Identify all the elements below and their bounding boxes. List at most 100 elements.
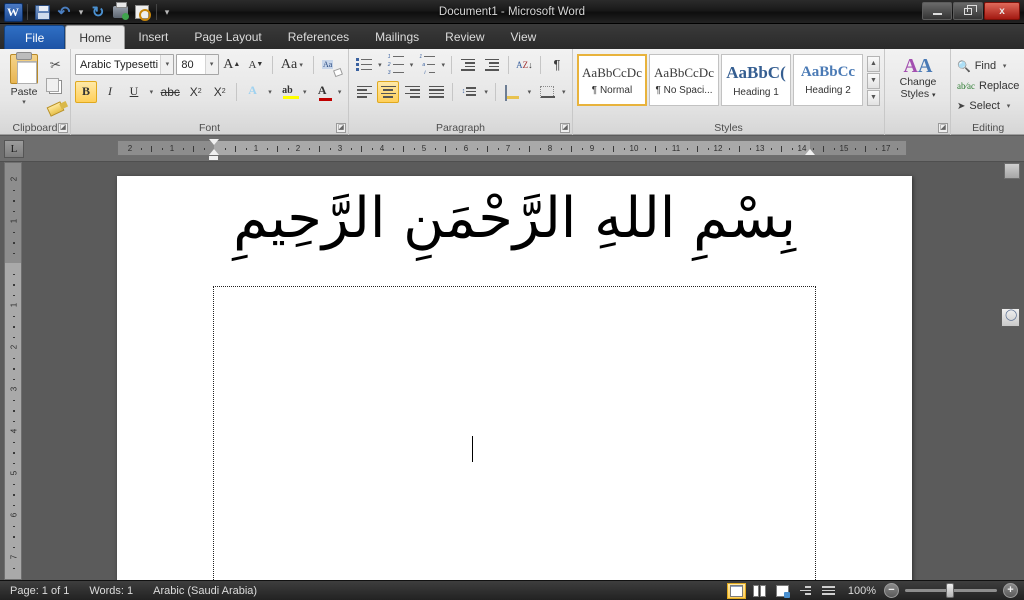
align-center-button[interactable] xyxy=(377,80,399,103)
bullets-button[interactable] xyxy=(353,54,375,76)
clear-formatting-button[interactable]: Aa xyxy=(319,54,344,77)
change-styles-button[interactable]: AA Change Styles ▾ xyxy=(889,52,947,101)
decrease-indent-button[interactable] xyxy=(457,54,479,76)
chevron-down-icon[interactable]: ▾ xyxy=(297,61,305,69)
select-button[interactable]: ➤ Select ▾ xyxy=(955,96,1021,116)
font-name-combo[interactable]: Arabic Typesetti ▾ xyxy=(75,54,175,75)
paste-button[interactable]: Paste ▾ xyxy=(4,52,44,119)
italic-button[interactable]: I xyxy=(99,81,121,103)
grow-font-button[interactable]: A ▲ xyxy=(221,54,243,76)
chevron-down-icon[interactable]: ▾ xyxy=(204,55,218,74)
tab-home[interactable]: Home xyxy=(65,25,126,49)
style-item-heading-1[interactable]: AaBbC( Heading 1 xyxy=(721,54,791,106)
status-word-count[interactable]: Words: 1 xyxy=(79,582,143,600)
ruler-track[interactable]: 2 1 1 2 3 4 5 6 7 8 9 10 11 12 13 14 15 17 xyxy=(117,139,907,166)
shading-button[interactable] xyxy=(501,81,523,103)
document-workspace[interactable]: بِسْمِ اللهِ الرَّحْمَنِ الرَّحِيمِ xyxy=(0,162,1024,600)
format-painter-button[interactable] xyxy=(44,99,66,119)
zoom-out-button[interactable]: − xyxy=(884,583,899,598)
justify-button[interactable] xyxy=(425,81,447,103)
left-indent-marker[interactable] xyxy=(209,156,218,160)
replace-button[interactable]: ab⁄ac Replace xyxy=(955,76,1021,96)
line-spacing-button[interactable]: ↕ xyxy=(458,81,480,103)
tab-stop-selector[interactable]: L xyxy=(4,140,24,158)
zoom-slider-thumb[interactable] xyxy=(946,583,954,598)
line-spacing-dropdown-icon[interactable]: ▾ xyxy=(482,88,490,96)
outline-view-button[interactable] xyxy=(796,583,815,599)
print-layout-view-button[interactable] xyxy=(726,582,746,599)
office-word-logo[interactable]: W xyxy=(2,2,24,23)
underline-dropdown-icon[interactable]: ▾ xyxy=(147,88,156,96)
style-item-no-spacing[interactable]: AaBbCcDc ¶ No Spaci... xyxy=(649,54,719,106)
bold-button[interactable]: B xyxy=(75,80,97,103)
web-layout-view-button[interactable] xyxy=(773,583,792,599)
text-effects-dropdown-icon[interactable]: ▾ xyxy=(266,88,275,96)
bullets-dropdown-icon[interactable]: ▾ xyxy=(377,61,383,69)
text-effects-button[interactable]: A xyxy=(242,81,264,103)
find-button[interactable]: 🔍 Find ▾ xyxy=(955,56,1021,76)
increase-indent-button[interactable] xyxy=(481,54,503,76)
undo-button[interactable]: ↶ xyxy=(53,2,75,23)
tab-references[interactable]: References xyxy=(275,25,362,49)
borders-button[interactable] xyxy=(536,81,558,103)
copy-button[interactable] xyxy=(44,77,66,97)
shading-dropdown-icon[interactable]: ▾ xyxy=(525,88,533,96)
right-indent-marker[interactable] xyxy=(805,149,815,155)
styles-scroll-up-button[interactable]: ▲ xyxy=(867,56,880,72)
change-case-button[interactable]: Aa ▾ xyxy=(278,54,308,76)
save-button[interactable] xyxy=(31,2,53,23)
tab-review[interactable]: Review xyxy=(432,25,497,49)
chevron-down-icon[interactable]: ▾ xyxy=(4,98,44,106)
restore-button[interactable] xyxy=(953,2,983,20)
zoom-slider[interactable] xyxy=(905,583,997,598)
document-page[interactable]: بِسْمِ اللهِ الرَّحْمَنِ الرَّحِيمِ xyxy=(117,176,912,596)
tab-page-layout[interactable]: Page Layout xyxy=(181,25,274,49)
scroll-up-button[interactable] xyxy=(1004,163,1020,179)
print-preview-button[interactable] xyxy=(131,2,153,23)
tab-view[interactable]: View xyxy=(498,25,550,49)
style-item-heading-2[interactable]: AaBbCc Heading 2 xyxy=(793,54,863,106)
sort-button[interactable]: AZ↓ xyxy=(513,54,535,76)
chevron-down-icon[interactable]: ▾ xyxy=(932,92,936,99)
align-right-button[interactable] xyxy=(401,81,423,103)
underline-button[interactable]: U xyxy=(123,81,145,103)
status-page-indicator[interactable]: Page: 1 of 1 xyxy=(0,582,79,600)
align-left-button[interactable] xyxy=(353,81,375,103)
show-formatting-marks-button[interactable]: ¶ xyxy=(546,54,568,76)
font-size-combo[interactable]: 80 ▾ xyxy=(176,54,219,75)
paragraph-dialog-launcher[interactable]: ◪ xyxy=(560,123,570,133)
shrink-font-button[interactable]: A ▼ xyxy=(245,54,267,76)
status-language[interactable]: Arabic (Saudi Arabia) xyxy=(143,582,267,600)
first-line-indent-marker[interactable] xyxy=(209,139,219,145)
redo-button[interactable]: ↻ xyxy=(87,2,109,23)
font-dialog-launcher[interactable]: ◪ xyxy=(336,123,346,133)
superscript-button[interactable]: X2 xyxy=(209,81,231,103)
styles-dialog-launcher[interactable]: ◪ xyxy=(938,123,948,133)
document-body-text[interactable]: بِسْمِ اللهِ الرَّحْمَنِ الرَّحِيمِ xyxy=(117,184,912,254)
quick-print-button[interactable] xyxy=(109,2,131,23)
zoom-level-label[interactable]: 100% xyxy=(840,585,884,597)
multilevel-list-button[interactable]: 1 a i xyxy=(416,54,438,76)
select-browse-object-button[interactable] xyxy=(1001,308,1020,327)
numbering-dropdown-icon[interactable]: ▾ xyxy=(409,61,415,69)
full-screen-reading-view-button[interactable] xyxy=(750,583,769,599)
borders-dropdown-icon[interactable]: ▾ xyxy=(560,88,568,96)
chevron-down-icon[interactable]: ▾ xyxy=(1000,62,1009,70)
tab-mailings[interactable]: Mailings xyxy=(362,25,432,49)
multilevel-dropdown-icon[interactable]: ▾ xyxy=(440,61,446,69)
highlight-dropdown-icon[interactable]: ▾ xyxy=(300,88,309,96)
numbering-button[interactable]: 1 2 3 xyxy=(385,54,407,76)
minimize-button[interactable] xyxy=(922,2,952,20)
draft-view-button[interactable] xyxy=(819,583,838,599)
undo-dropdown-button[interactable]: ▾ xyxy=(75,2,87,23)
font-color-dropdown-icon[interactable]: ▾ xyxy=(335,88,344,96)
chevron-down-icon[interactable]: ▾ xyxy=(1004,102,1013,110)
strikethrough-button[interactable]: abc xyxy=(158,81,183,103)
customize-qat-button[interactable]: ▾ xyxy=(160,2,174,23)
hanging-indent-marker[interactable] xyxy=(209,149,219,155)
subscript-button[interactable]: X2 xyxy=(185,81,207,103)
tab-file[interactable]: File xyxy=(4,25,66,49)
styles-scroll-down-button[interactable]: ▼ xyxy=(867,73,880,89)
close-button[interactable]: x xyxy=(984,2,1020,20)
clipboard-dialog-launcher[interactable]: ◪ xyxy=(58,123,68,133)
